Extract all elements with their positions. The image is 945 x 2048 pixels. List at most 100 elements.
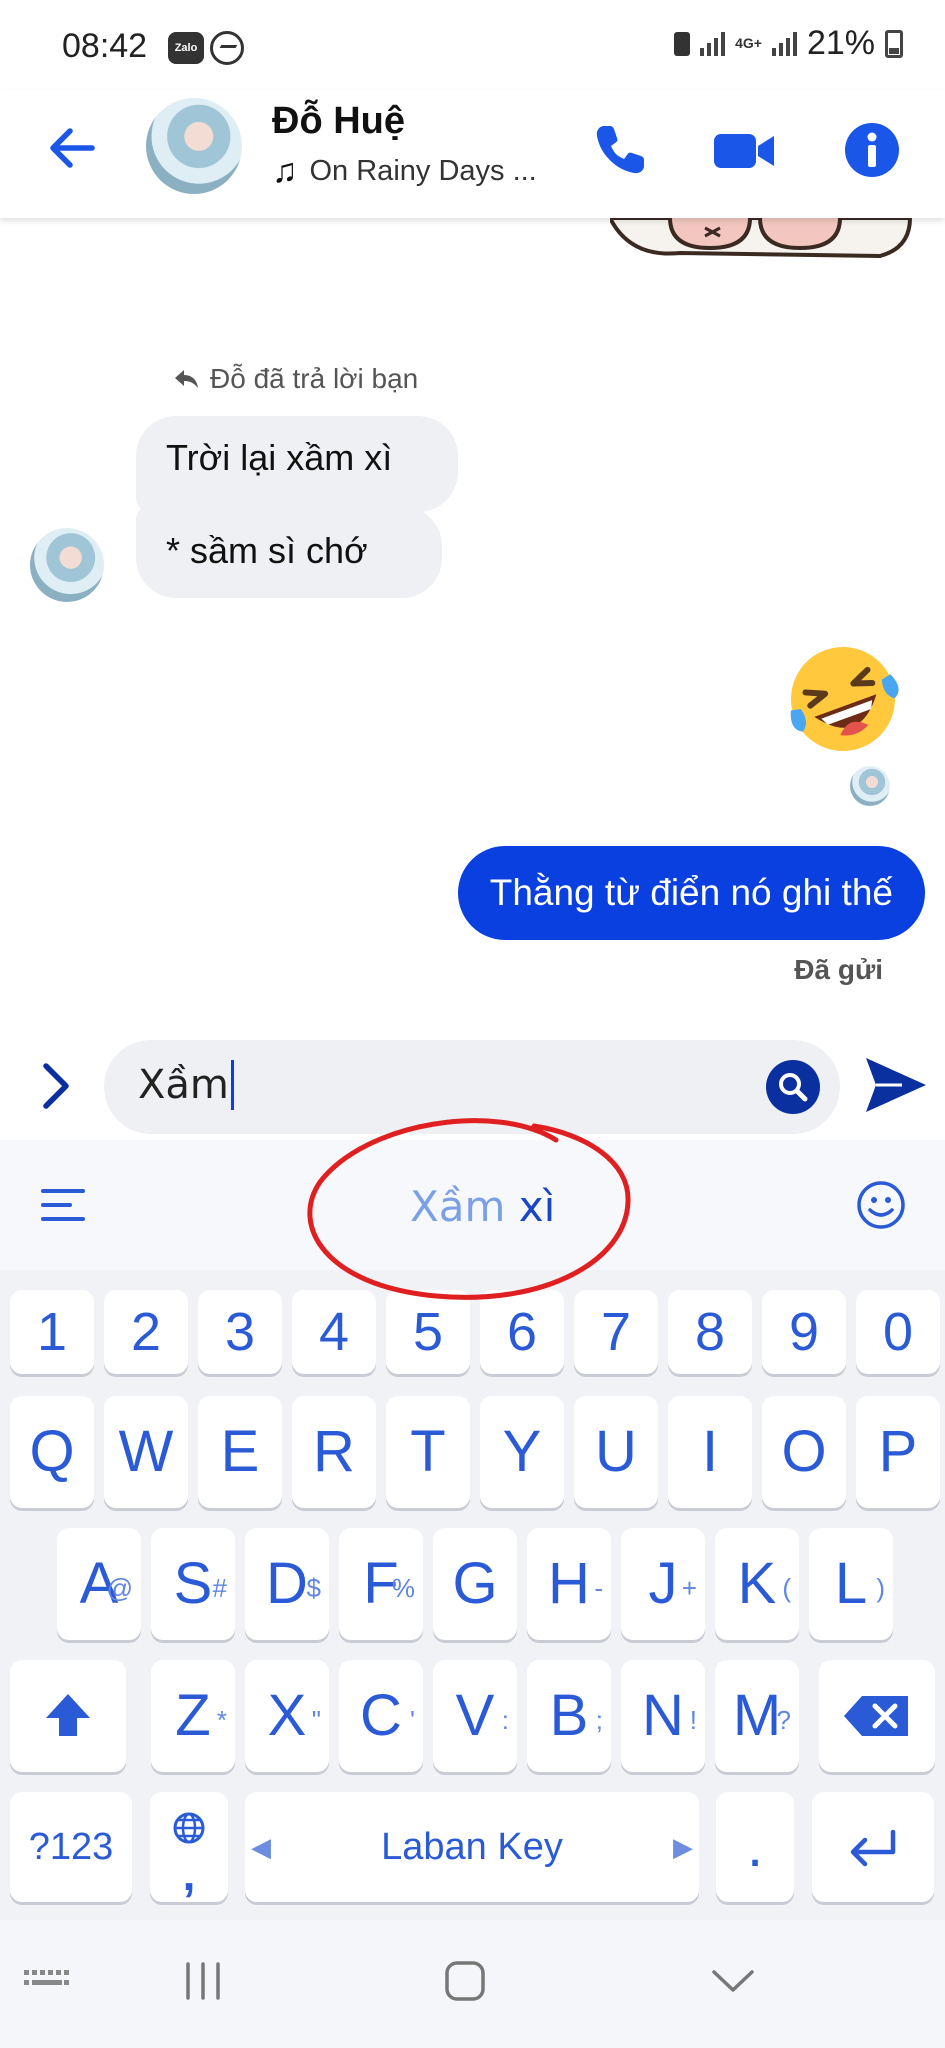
shift-key[interactable]	[10, 1660, 126, 1772]
key-p[interactable]: P	[856, 1396, 940, 1508]
key-label: S	[173, 1551, 213, 1616]
send-icon[interactable]	[862, 1052, 930, 1118]
period-key[interactable]: .	[716, 1792, 794, 1902]
key-k[interactable]: K(	[715, 1528, 799, 1640]
key-n[interactable]: N!	[621, 1660, 705, 1772]
laughing-emoji-icon[interactable]	[784, 640, 902, 758]
message-input-text[interactable]: Xầm	[138, 1060, 234, 1110]
key-t[interactable]: T	[386, 1396, 470, 1508]
key-o[interactable]: O	[762, 1396, 846, 1508]
suggestion-suffix: xì	[505, 1182, 556, 1231]
back-arrow-icon[interactable]	[42, 118, 102, 178]
symbols-key[interactable]: ?123	[10, 1792, 132, 1902]
backspace-key[interactable]	[819, 1660, 935, 1772]
cell-signal-icon	[771, 31, 797, 56]
key-l[interactable]: L)	[809, 1528, 893, 1640]
key-y[interactable]: Y	[480, 1396, 564, 1508]
key-a[interactable]: A @	[57, 1528, 141, 1640]
caret-right-icon: ▶	[673, 1832, 693, 1862]
key-6[interactable]: 6	[480, 1290, 564, 1374]
smiley-icon[interactable]	[856, 1180, 906, 1230]
key-3[interactable]: 3	[198, 1290, 282, 1374]
key-label: V	[455, 1683, 495, 1748]
message-input-value: Xầm	[138, 1062, 229, 1108]
language-comma-key[interactable]: ,	[150, 1792, 228, 1902]
sticker-image[interactable]	[607, 218, 920, 288]
key-s[interactable]: S #	[151, 1528, 235, 1640]
message-input[interactable]: Xầm	[104, 1040, 840, 1134]
chat-header: Đỗ Huệ ♫ On Rainy Days ...	[0, 90, 945, 218]
key-u[interactable]: U	[574, 1396, 658, 1508]
video-call-icon[interactable]	[712, 118, 776, 182]
incoming-message[interactable]: * sầm sì chớ	[136, 506, 442, 598]
key-7[interactable]: 7	[574, 1290, 658, 1374]
key-2[interactable]: 2	[104, 1290, 188, 1374]
message-list[interactable]: Đỗ đã trả lời bạn Trời lại xầm xì * sầm …	[0, 218, 945, 1030]
key-q[interactable]: Q	[10, 1396, 94, 1508]
key-v[interactable]: V:	[433, 1660, 517, 1772]
enter-key[interactable]	[812, 1792, 934, 1902]
key-label: X	[267, 1683, 307, 1748]
contact-name[interactable]: Đỗ Huệ	[272, 100, 405, 143]
battery-saver-icon	[674, 31, 691, 56]
contact-status-text: On Rainy Days ...	[309, 155, 537, 187]
reply-indicator: Đỗ đã trả lời bạn	[172, 363, 418, 395]
chevron-right-icon[interactable]	[34, 1058, 78, 1114]
key-label: J	[648, 1551, 678, 1616]
key-5[interactable]: 5	[386, 1290, 470, 1374]
key-z[interactable]: Z *	[151, 1660, 235, 1772]
recent-apps-icon[interactable]	[180, 1958, 226, 2009]
globe-icon	[173, 1812, 205, 1844]
key-r[interactable]: R	[292, 1396, 376, 1508]
key-hint: $	[306, 1573, 321, 1603]
key-label: L	[834, 1551, 868, 1616]
key-hint: '	[410, 1705, 415, 1735]
phone-call-icon[interactable]	[588, 118, 652, 182]
on-screen-keyboard: Xầm xì 1 2 3 4 5 6 7 8 9 0 Q W E R T Y U…	[0, 1140, 945, 1920]
key-hint: -	[594, 1573, 603, 1603]
key-label: K	[737, 1551, 777, 1616]
wifi-signal-icon	[700, 31, 726, 56]
sender-avatar[interactable]	[30, 528, 104, 602]
key-w[interactable]: W	[104, 1396, 188, 1508]
battery-icon	[885, 29, 903, 58]
key-hint: :	[501, 1705, 509, 1735]
sent-status: Đã gửi	[794, 954, 883, 985]
key-m[interactable]: M?	[715, 1660, 799, 1772]
menu-icon[interactable]	[40, 1186, 86, 1224]
key-j[interactable]: J +	[621, 1528, 705, 1640]
key-label: Z	[175, 1683, 211, 1748]
message-composer: Xầm	[0, 1030, 945, 1140]
info-icon[interactable]	[840, 118, 904, 182]
space-key[interactable]: ◀ Laban Key ▶	[245, 1792, 699, 1902]
keyboard-switch-icon[interactable]	[20, 1958, 72, 2003]
key-g[interactable]: G	[433, 1528, 517, 1640]
key-0[interactable]: 0	[856, 1290, 940, 1374]
outgoing-message[interactable]: Thằng từ điển nó ghi thế	[457, 846, 925, 940]
key-4[interactable]: 4	[292, 1290, 376, 1374]
key-label: N	[642, 1683, 684, 1748]
key-label: D	[266, 1551, 308, 1616]
key-x[interactable]: X "	[245, 1660, 329, 1772]
key-1[interactable]: 1	[10, 1290, 94, 1374]
incoming-message[interactable]: Trời lại xầm xì	[136, 416, 458, 512]
key-f[interactable]: F%	[339, 1528, 423, 1640]
enter-icon	[850, 1829, 896, 1867]
contact-status[interactable]: ♫ On Rainy Days ...	[272, 152, 537, 191]
key-hint: ;	[595, 1705, 603, 1735]
key-i[interactable]: I	[668, 1396, 752, 1508]
key-9[interactable]: 9	[762, 1290, 846, 1374]
caret-left-icon: ◀	[251, 1832, 271, 1862]
key-e[interactable]: E	[198, 1396, 282, 1508]
key-b[interactable]: B;	[527, 1660, 611, 1772]
key-c[interactable]: C '	[339, 1660, 423, 1772]
contact-avatar[interactable]	[146, 98, 242, 194]
key-8[interactable]: 8	[668, 1290, 752, 1374]
home-icon[interactable]	[442, 1958, 488, 2009]
key-hint: (	[782, 1573, 791, 1603]
search-icon[interactable]	[766, 1060, 820, 1114]
key-d[interactable]: D $	[245, 1528, 329, 1640]
key-h[interactable]: H-	[527, 1528, 611, 1640]
word-suggestion[interactable]: Xầm xì	[410, 1182, 555, 1231]
hide-keyboard-icon[interactable]	[708, 1958, 758, 2009]
